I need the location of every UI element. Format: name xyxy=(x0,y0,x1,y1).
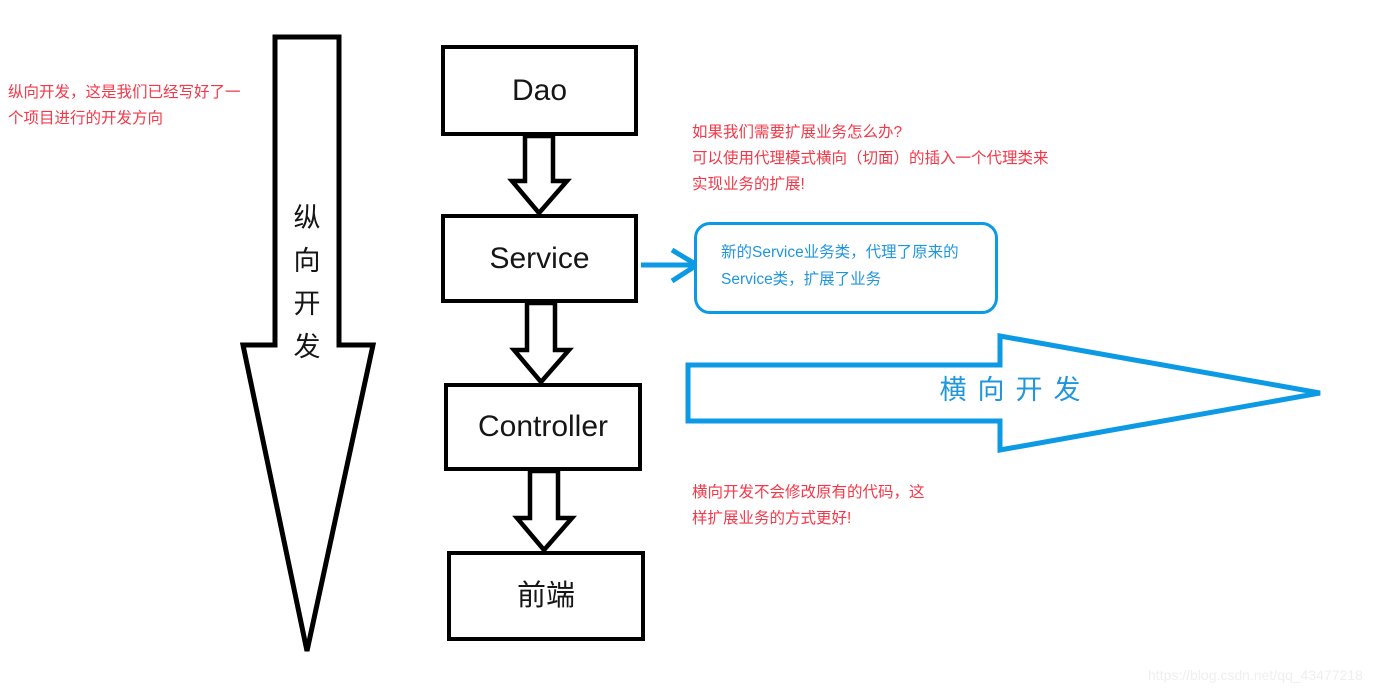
node-box-service: Service xyxy=(441,214,638,303)
arrow-dao-to-service-shape xyxy=(507,133,572,217)
annotation-vertical-development: 纵向开发，这是我们已经写好了一 个项目进行的开发方向 xyxy=(8,84,241,127)
node-box-frontend: 前端 xyxy=(447,551,645,641)
arrow-service-to-controller-shape xyxy=(509,300,574,386)
connector-service-to-callout xyxy=(641,247,702,284)
node-label-frontend: 前端 xyxy=(516,579,575,612)
vertical-arrow-label: 纵向开发 xyxy=(293,203,321,362)
annotation-expand-business: 如果我们需要扩展业务怎么办? 可以使用代理模式横向（切面）的插入一个代理类来 实… xyxy=(692,124,1049,193)
proxy-service-callout: 新的Service业务类，代理了原来的 Service类，扩展了业务 xyxy=(694,222,998,314)
node-box-dao: Dao xyxy=(441,45,638,136)
arrow-controller-to-frontend-shape xyxy=(512,468,577,554)
diagram-canvas: Dao Service Controller 前端 纵向开发 横向开发 新的Se… xyxy=(0,0,1393,700)
annotation-horizontal-development: 横向开发不会修改原有的代码，这 样扩展业务的方式更好! xyxy=(692,484,925,527)
watermark-url: https://blog.csdn.net/qq_43477218 xyxy=(1148,667,1363,683)
node-label-dao: Dao xyxy=(511,73,568,107)
node-box-controller: Controller xyxy=(444,383,642,471)
node-label-controller: Controller xyxy=(477,410,609,443)
horizontal-arrow-label: 横向开发 xyxy=(939,375,1092,405)
node-label-service: Service xyxy=(489,241,590,275)
